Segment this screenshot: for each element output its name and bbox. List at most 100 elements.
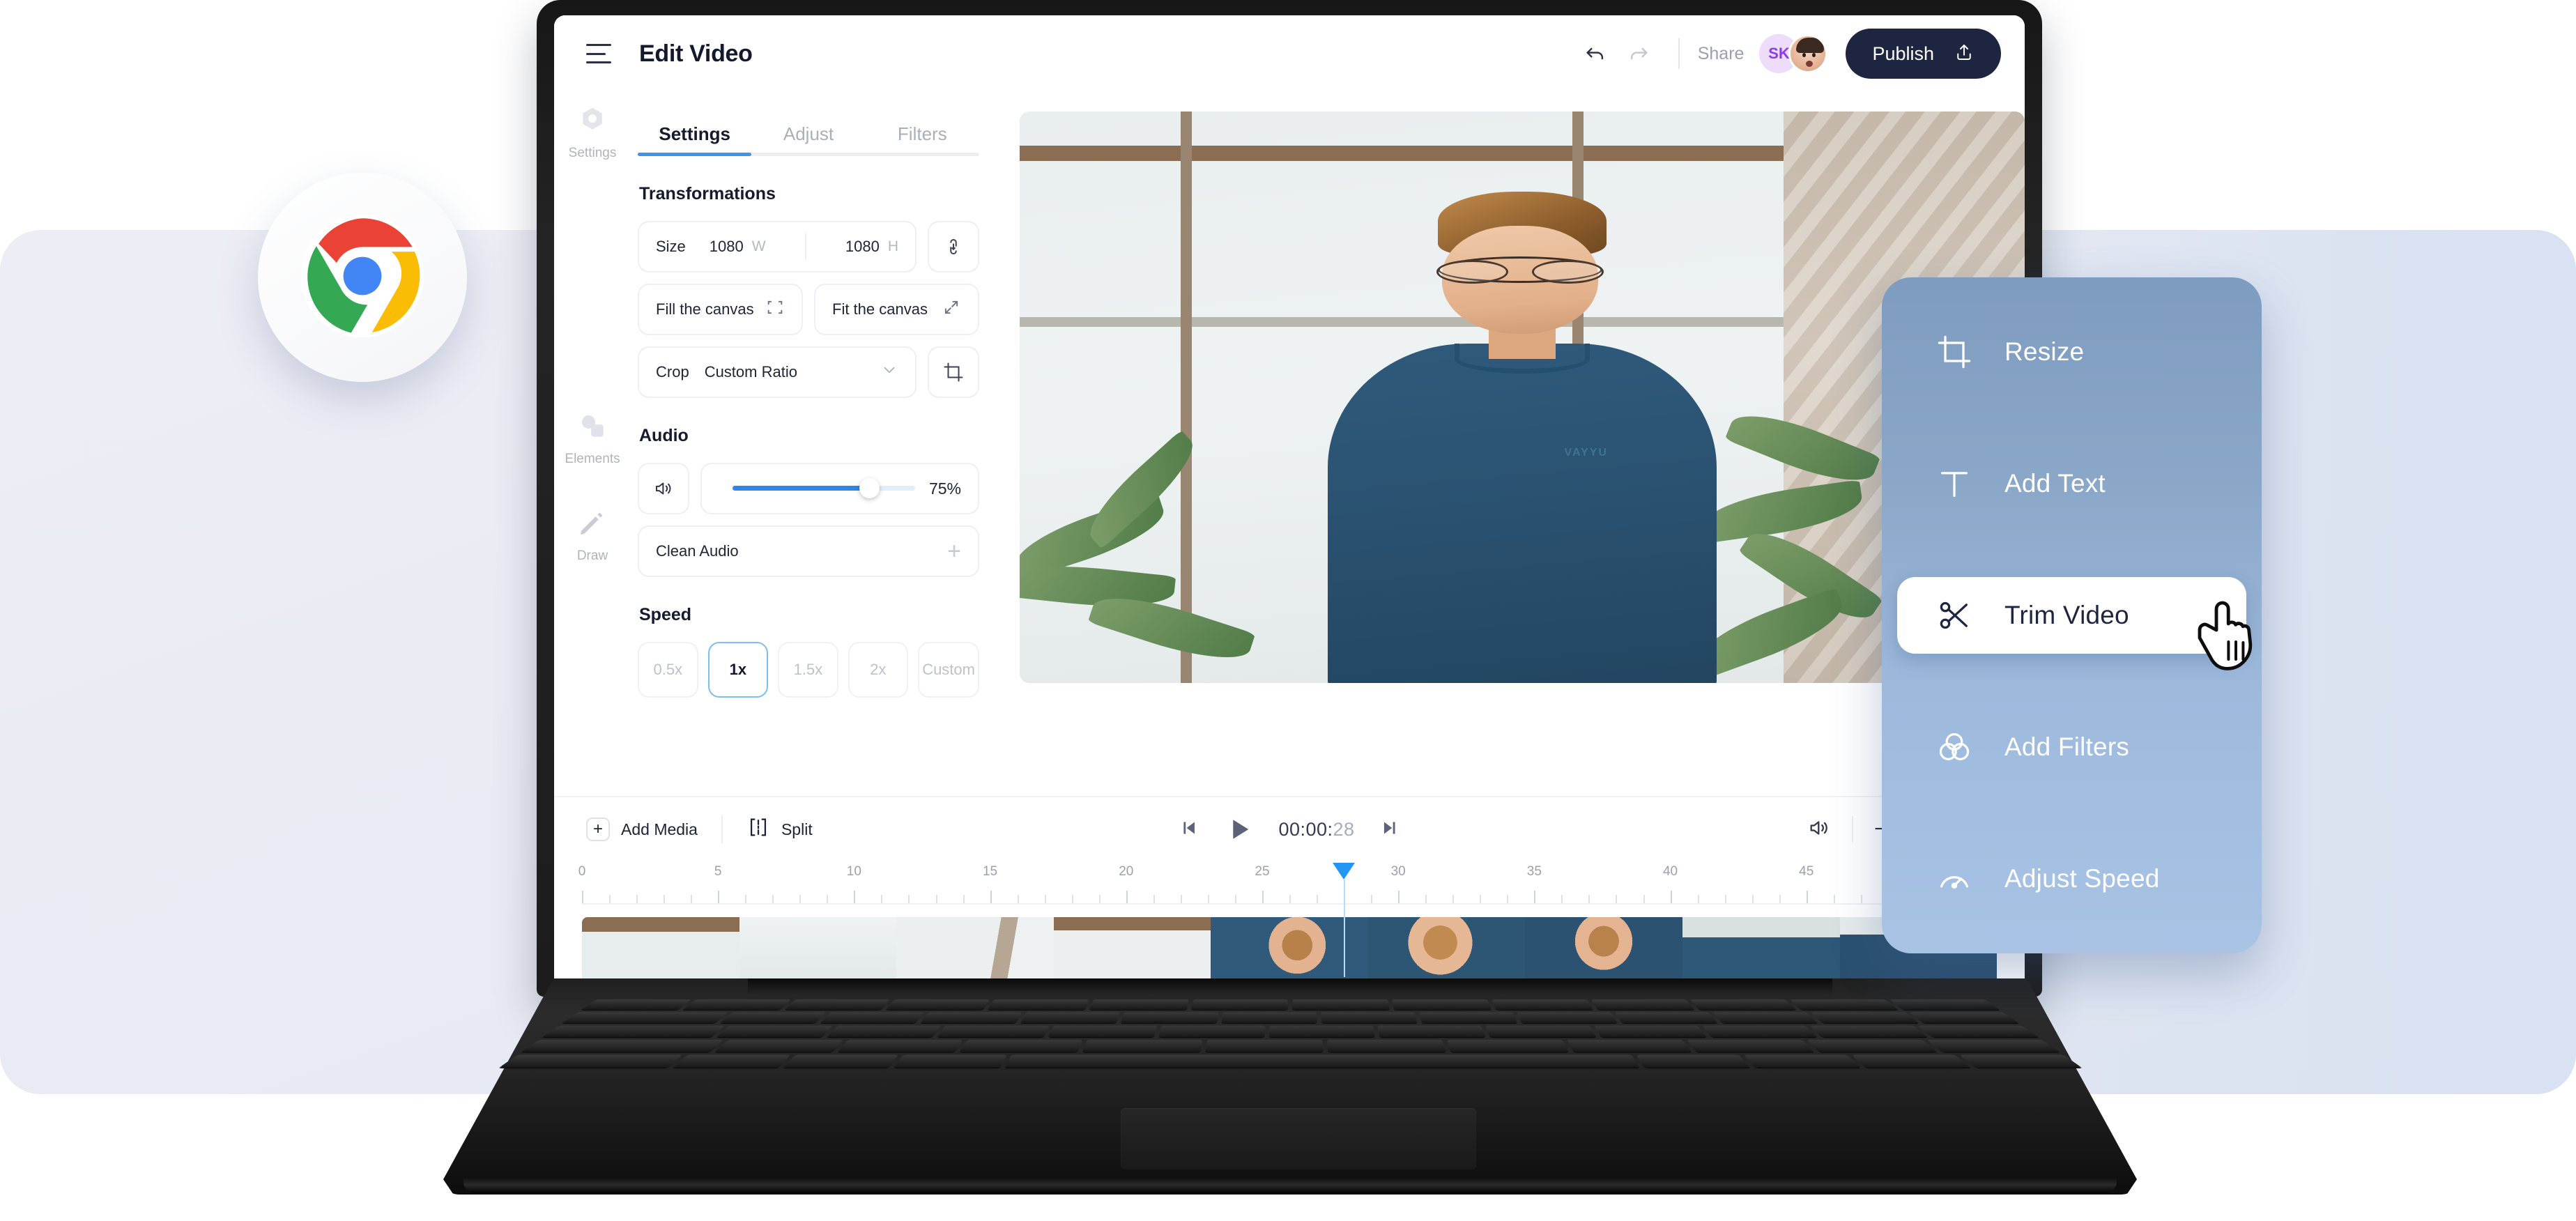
keyboard-key [1004, 1054, 1639, 1068]
laptop-trackpad [1121, 1108, 1477, 1169]
filmstrip-frame[interactable] [739, 917, 897, 984]
fill-canvas-button[interactable]: Fill the canvas [638, 284, 803, 335]
video-preview[interactable]: VAYYU [1020, 112, 2025, 683]
keyboard-key [1220, 1012, 1317, 1024]
sidebar-item-draw[interactable]: Draw [577, 507, 608, 564]
clean-audio-button[interactable]: Clean Audio + [638, 525, 979, 577]
skip-next-icon[interactable] [1379, 816, 1402, 843]
keyboard-key [1418, 1012, 1517, 1024]
speed-option-2x[interactable]: 2x [848, 642, 909, 698]
share-button[interactable]: Share [1698, 44, 1745, 64]
speed-option-1.5x[interactable]: 1.5x [778, 642, 838, 698]
slider-knob[interactable] [859, 478, 880, 498]
context-menu-item-resize[interactable]: Resize [1897, 314, 2246, 390]
keyboard-key [1205, 1039, 1324, 1052]
skip-previous-icon[interactable] [1176, 816, 1200, 843]
ruler-tick-minor [1071, 895, 1073, 903]
filmstrip-frame[interactable] [1367, 917, 1526, 984]
preview-collar [1455, 344, 1590, 374]
undo-arrow-icon[interactable] [1574, 32, 1617, 75]
size-field[interactable]: Size 1080 W 1080 H [638, 221, 917, 272]
context-menu-item-adjust-speed[interactable]: Adjust Speed [1897, 840, 2246, 917]
sidebar-item-settings[interactable]: Settings [569, 105, 616, 161]
speaker-icon[interactable] [638, 463, 689, 514]
context-menu-item-add-text[interactable]: Add Text [1897, 445, 2246, 522]
sidebar-item-elements[interactable]: Elements [565, 410, 620, 467]
slider-fill [733, 486, 870, 491]
ruler-tick-minor [1289, 895, 1291, 903]
playhead-handle[interactable] [1333, 863, 1356, 880]
crop-icon[interactable] [928, 346, 979, 398]
laptop-hinge [748, 978, 1832, 997]
speed-options: 0.5x 1x 1.5x 2x Custom [638, 642, 979, 698]
ruler-tick-minor [772, 895, 774, 903]
playhead[interactable] [1333, 863, 1356, 977]
video-editor-app: Edit Video Share SK Publish Settings Ele… [554, 15, 2025, 984]
keyboard-key [837, 1039, 963, 1052]
crop-select[interactable]: Crop Custom Ratio [638, 346, 917, 398]
filmstrip-frame[interactable] [1525, 917, 1682, 984]
redo-arrow-icon[interactable] [1617, 32, 1660, 75]
publish-label: Publish [1872, 43, 1934, 64]
ruler-tick [990, 891, 992, 903]
keyboard-key [960, 1039, 1083, 1052]
keyboard-key [1889, 999, 2000, 1011]
keyboard-key [673, 1054, 791, 1068]
timecode-frames: 28 [1333, 818, 1355, 840]
tab-filters[interactable]: Filters [866, 123, 979, 156]
context-menu-item-add-filters[interactable]: Add Filters [1897, 709, 2246, 785]
speed-option-custom[interactable]: Custom [918, 642, 979, 698]
tab-adjust[interactable]: Adjust [751, 123, 865, 156]
volume-slider[interactable] [733, 478, 915, 498]
transformations-title: Transformations [639, 184, 776, 204]
context-menu-label: Add Text [2004, 469, 2106, 498]
keyboard-row [562, 1012, 2018, 1024]
filmstrip-frame[interactable] [1053, 917, 1211, 984]
context-menu-label: Add Filters [2004, 732, 2130, 761]
laptop-base-foot [463, 1178, 2117, 1193]
keyboard-key [1291, 999, 1390, 1011]
keyboard-row [542, 1025, 2039, 1038]
width-unit: W [751, 238, 766, 254]
ruler-tick-minor [745, 895, 747, 903]
chrome-logo-badge [258, 173, 467, 382]
pencil-icon [577, 507, 608, 542]
keyboard-key [1485, 1025, 1596, 1038]
filmstrip-frame[interactable] [1682, 917, 1840, 984]
keyboard-key [498, 1054, 683, 1068]
playhead-line [1344, 880, 1346, 977]
filmstrip-frame[interactable] [582, 917, 739, 984]
avatar-user[interactable] [1788, 34, 1828, 73]
hamburger-icon[interactable] [586, 44, 611, 63]
page-title: Edit Video [639, 40, 753, 67]
speed-option-0.5x[interactable]: 0.5x [638, 642, 698, 698]
height-value[interactable]: 1080 [845, 238, 880, 256]
width-value[interactable]: 1080 [710, 238, 744, 256]
ruler-tick-minor [1452, 895, 1455, 903]
crop-value: Custom Ratio [704, 363, 797, 381]
speaker-icon[interactable] [1807, 816, 1831, 843]
link-ratio-icon[interactable] [928, 221, 979, 272]
volume-slider-container[interactable]: 75% [700, 463, 979, 514]
ruler-tick [1670, 891, 1672, 903]
preview-area: VAYYU [1007, 92, 2025, 796]
ruler-tick-minor [636, 895, 638, 903]
ruler-tick-minor [1779, 895, 1781, 903]
speed-option-1x[interactable]: 1x [707, 642, 769, 698]
ruler-label: 0 [578, 864, 586, 879]
fit-canvas-button[interactable]: Fit the canvas [814, 284, 979, 335]
play-icon[interactable] [1224, 814, 1255, 845]
keyboard-key [562, 1012, 728, 1024]
publish-button[interactable]: Publish [1846, 29, 2001, 79]
split-button[interactable]: Split [746, 815, 813, 843]
ruler-label: 25 [1255, 864, 1270, 879]
add-media-button[interactable]: + Add Media [586, 817, 698, 841]
toolbar-divider [721, 815, 723, 843]
keyboard-key [1020, 1012, 1120, 1024]
timeline-ruler[interactable]: 05101520253035404550 [578, 861, 1997, 977]
canvas-fit-row: Fill the canvas Fit the canvas [638, 284, 979, 335]
timeline-filmstrip[interactable] [582, 917, 1997, 984]
tab-settings[interactable]: Settings [638, 123, 751, 156]
chrome-logo-icon [300, 213, 425, 342]
filmstrip-frame[interactable] [896, 917, 1054, 984]
